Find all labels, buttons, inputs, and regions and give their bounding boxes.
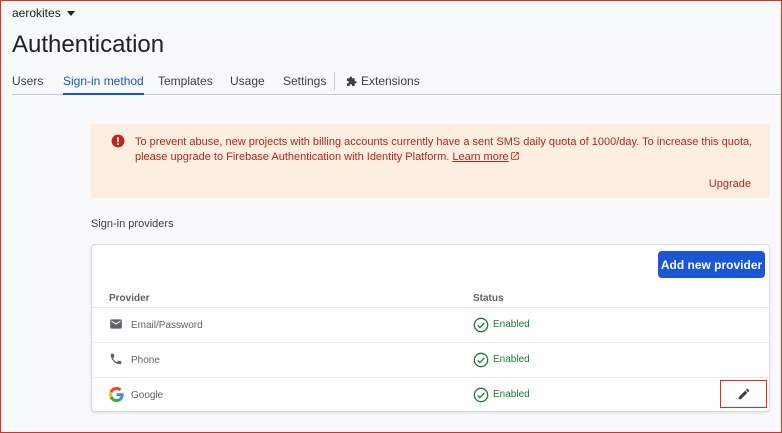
puzzle-icon	[346, 76, 357, 87]
provider-status: Enabled	[493, 354, 530, 365]
caret-down-icon	[66, 10, 75, 16]
mail-icon	[110, 319, 122, 329]
tab-users[interactable]: Users	[12, 74, 43, 95]
provider-name: Google	[131, 390, 164, 401]
provider-name: Email/Password	[131, 320, 203, 331]
provider-row-email[interactable]: Email/Password Enabled	[92, 307, 769, 342]
error-icon	[111, 134, 125, 148]
provider-row-google[interactable]: Google Enabled	[92, 377, 769, 412]
provider-status: Enabled	[493, 389, 530, 400]
column-header-provider: Provider	[109, 293, 150, 304]
project-selector[interactable]: aerokites	[12, 6, 75, 20]
add-new-provider-button[interactable]: Add new provider	[658, 251, 765, 278]
tab-usage[interactable]: Usage	[230, 74, 265, 95]
sms-quota-banner: To prevent abuse, new projects with bill…	[91, 124, 770, 198]
tab-extensions-label: Extensions	[361, 74, 420, 88]
check-circle-icon	[473, 387, 489, 403]
check-circle-icon	[473, 352, 489, 368]
phone-icon	[110, 353, 122, 365]
upgrade-button[interactable]: Upgrade	[709, 178, 751, 190]
banner-text: To prevent abuse, new projects with bill…	[135, 136, 753, 163]
tab-sign-in-method[interactable]: Sign-in method	[63, 74, 144, 95]
column-header-status: Status	[473, 293, 504, 304]
project-name: aerokites	[12, 6, 61, 20]
external-link-icon[interactable]	[510, 151, 520, 161]
provider-name: Phone	[131, 355, 160, 366]
tab-templates[interactable]: Templates	[158, 74, 213, 95]
provider-row-phone[interactable]: Phone Enabled	[92, 342, 769, 377]
sign-in-providers-heading: Sign-in providers	[91, 218, 174, 230]
banner-message: To prevent abuse, new projects with bill…	[135, 135, 755, 165]
tab-settings[interactable]: Settings	[283, 74, 326, 95]
check-circle-icon	[473, 317, 489, 333]
page-title: Authentication	[12, 31, 165, 58]
google-logo-icon	[109, 387, 124, 402]
tab-bar: Users Sign-in method Templates Usage Set…	[12, 68, 780, 95]
learn-more-link[interactable]: Learn more	[452, 151, 508, 163]
providers-card: Add new provider Provider Status Email/P…	[91, 244, 770, 412]
tab-divider	[334, 72, 335, 90]
edit-provider-button[interactable]	[720, 380, 767, 408]
tab-extensions[interactable]: Extensions	[346, 74, 420, 95]
provider-status: Enabled	[493, 319, 530, 330]
pencil-icon	[738, 388, 750, 400]
